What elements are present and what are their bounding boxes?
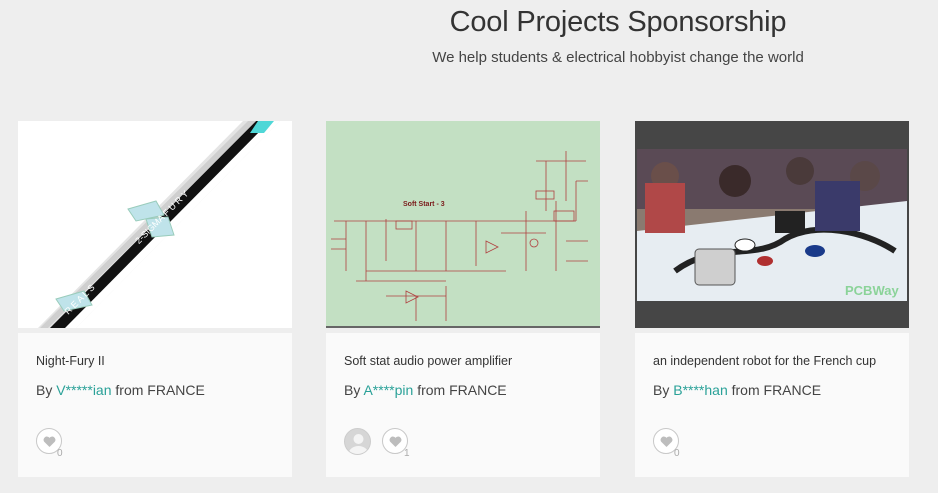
byline-prefix: By <box>344 382 361 398</box>
heart-icon <box>660 436 673 447</box>
byline-country: from FRANCE <box>417 382 507 398</box>
project-image-robot[interactable]: PCBWay <box>635 121 909 328</box>
author-link[interactable]: V*****ian <box>56 382 111 398</box>
watermark-text: PCBWay <box>845 283 899 298</box>
avatar[interactable] <box>344 428 371 455</box>
project-image-rocket[interactable]: 2-SIGMA F U R Y R E A L S <box>18 121 292 328</box>
project-byline: By A****pin from FRANCE <box>344 382 507 398</box>
byline-country: from FRANCE <box>115 382 205 398</box>
byline-prefix: By <box>653 382 670 398</box>
project-card[interactable]: PCBWay an independent robot for the Fren… <box>635 121 909 477</box>
like-count: 0 <box>674 448 680 459</box>
author-link[interactable]: A****pin <box>363 382 413 398</box>
page-title: Cool Projects Sponsorship <box>449 6 787 38</box>
like-count: 0 <box>57 448 63 459</box>
project-card-body: an independent robot for the French cup … <box>635 333 909 477</box>
schematic-label: Soft Start - 3 <box>403 201 445 208</box>
page-header: Cool Projects Sponsorship We help studen… <box>0 0 938 90</box>
project-name[interactable]: an independent robot for the French cup <box>653 354 876 368</box>
project-image-schematic[interactable]: Soft Start - 3 <box>326 121 600 328</box>
project-byline: By B****han from FRANCE <box>653 382 821 398</box>
project-name[interactable]: Soft stat audio power amplifier <box>344 354 512 368</box>
byline-country: from FRANCE <box>731 382 822 398</box>
project-byline: By V*****ian from FRANCE <box>36 382 205 398</box>
project-card[interactable]: 2-SIGMA F U R Y R E A L S Night-Fury II … <box>18 121 292 477</box>
heart-icon <box>389 436 402 447</box>
author-link[interactable]: B****han <box>673 382 728 398</box>
heart-icon <box>43 436 56 447</box>
project-card-body: Night-Fury II By V*****ian from FRANCE 0 <box>18 333 292 477</box>
user-icon <box>348 434 369 454</box>
byline-prefix: By <box>36 382 53 398</box>
like-count: 1 <box>404 448 410 459</box>
project-name[interactable]: Night-Fury II <box>36 354 105 368</box>
page-subtitle: We help students & electrical hobbyist c… <box>432 49 804 66</box>
project-card-body: Soft stat audio power amplifier By A****… <box>326 333 600 477</box>
project-card[interactable]: Soft Start - 3 Soft stat audio power amp… <box>326 121 600 477</box>
